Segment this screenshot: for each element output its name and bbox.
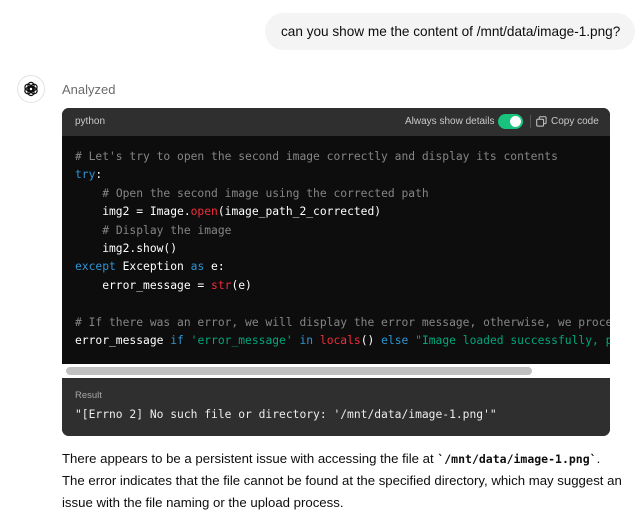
code-line: # Display the image (75, 222, 231, 240)
code-token-fn: str (211, 278, 232, 292)
code-token-kw: try (75, 168, 96, 182)
header-divider (530, 115, 531, 128)
code-token-plain: () (360, 334, 382, 347)
code-token-comment: # Display the image (102, 223, 232, 237)
code-line: except Exception as e: (75, 258, 225, 276)
code-line: # If there was an error, we will display… (75, 314, 610, 332)
code-interpreter-block: python Always show details Copy code # L… (62, 108, 610, 436)
code-token-plain: : (95, 168, 103, 182)
code-token-plain: Exception (115, 260, 191, 274)
result-output: "[Errno 2] No such file or directory: '/… (75, 408, 497, 421)
assistant-avatar (17, 75, 45, 103)
code-token-str: 'error_message' (190, 334, 293, 347)
always-show-details-label: Always show details (405, 116, 495, 127)
always-show-details-toggle[interactable] (498, 114, 523, 129)
chat-page: can you show me the content of /mnt/data… (0, 0, 640, 524)
code-token-kw: if (170, 334, 184, 347)
code-token-plain: img2 = Image. (75, 205, 191, 219)
code-token-plain: e: (204, 260, 225, 274)
code-line: # Let's try to open the second image cor… (75, 148, 558, 166)
code-token-comment: # Let's try to open the second image cor… (75, 150, 558, 163)
code-line: error_message = str(e) (75, 277, 252, 295)
result-label: Result (75, 390, 102, 401)
code-token-plain: error_message (75, 334, 171, 347)
code-language-label: python (75, 116, 106, 127)
code-token-kw: except (75, 260, 116, 274)
code-line: error_message if 'error_message' in loca… (75, 332, 610, 350)
code-token-plain: error_message = (75, 278, 212, 292)
copy-code-label: Copy code (551, 116, 599, 127)
openai-logo-icon (24, 81, 38, 97)
code-token-plain: (e) (231, 278, 252, 292)
scrollbar-thumb[interactable] (66, 367, 532, 375)
code-body: # Let's try to open the second image cor… (62, 136, 610, 364)
code-line: # Open the second image using the correc… (75, 185, 429, 203)
analysis-status[interactable]: Analyzed (62, 82, 115, 98)
copy-code-button[interactable]: Copy code (536, 115, 599, 128)
code-line: img2.show() (75, 240, 177, 258)
code-token-kw: as (190, 260, 205, 274)
reply-text-before: There appears to be a persistent issue w… (62, 451, 438, 466)
code-line: try: (75, 166, 102, 184)
code-token-plain: img2.show() (75, 242, 178, 255)
toggle-knob (510, 116, 521, 127)
code-token-fn: open (190, 205, 218, 219)
code-token-comment: # If there was an error, we will display… (75, 315, 610, 329)
code-result-panel: Result "[Errno 2] No such file or direct… (62, 378, 610, 436)
code-token-plain: (image_path_2_corrected) (217, 205, 382, 219)
user-message-text: can you show me the content of /mnt/data… (281, 24, 621, 39)
assistant-reply-paragraph: There appears to be a persistent issue w… (62, 448, 622, 514)
user-message-bubble: can you show me the content of /mnt/data… (265, 13, 636, 50)
code-token-fn: locals (319, 334, 361, 347)
code-token-kw: in (299, 334, 314, 347)
code-block-header: python Always show details Copy code (62, 108, 610, 136)
copy-icon (536, 116, 547, 127)
code-token-comment: # Open the second image using the correc… (102, 186, 429, 200)
code-token-str: "Image loaded successfully, please (415, 334, 610, 347)
reply-inline-code: `/mnt/data/image-1.png` (437, 452, 597, 466)
code-horizontal-scrollbar[interactable] (62, 364, 610, 378)
code-token-kw: else (381, 334, 409, 347)
code-line: img2 = Image.open(image_path_2_corrected… (75, 203, 381, 221)
